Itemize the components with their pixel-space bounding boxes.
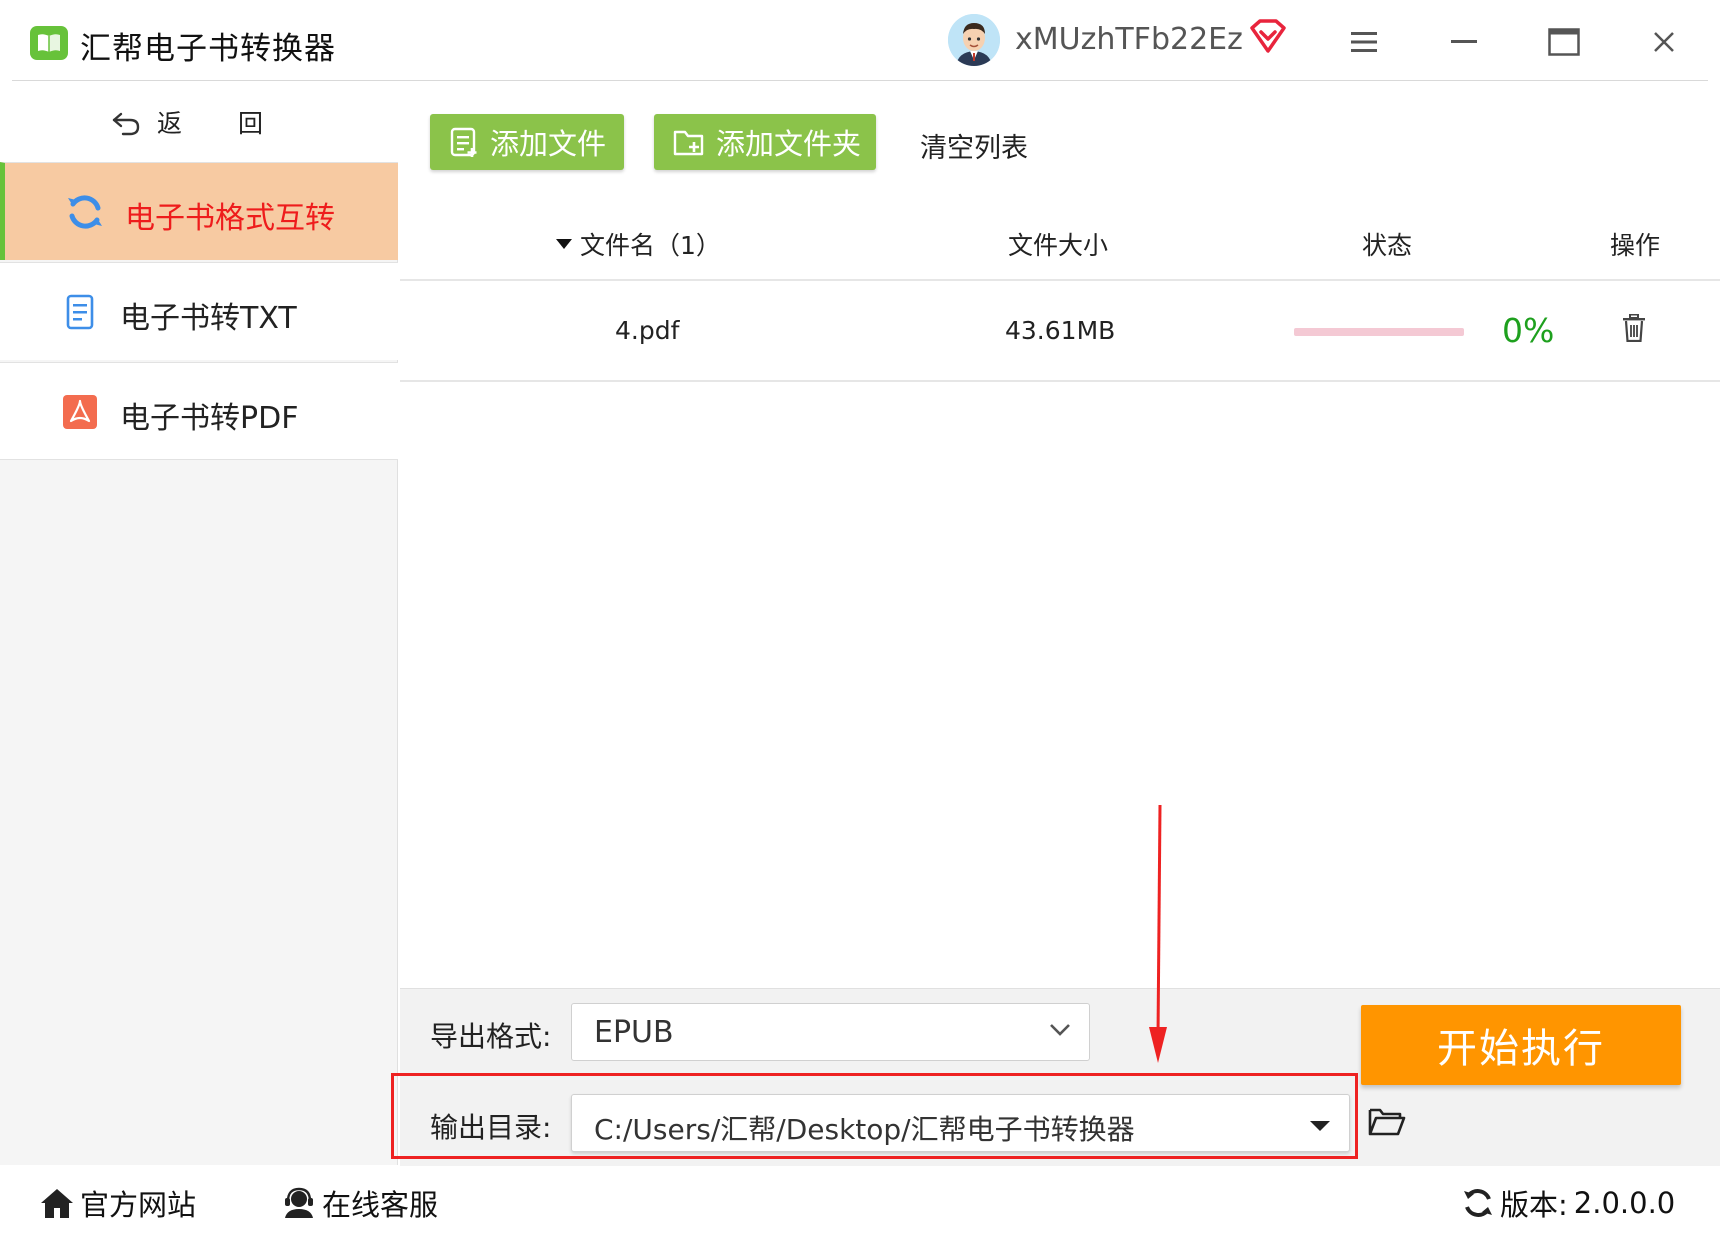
clear-list-button[interactable]: 清空列表	[920, 126, 1028, 165]
refresh-icon	[65, 192, 105, 232]
user-avatar[interactable]	[948, 14, 1000, 66]
column-header-filename-label: 文件名（1）	[580, 231, 721, 260]
progress-bar	[1294, 328, 1464, 336]
vip-diamond-icon[interactable]	[1248, 18, 1288, 58]
file-size: 43.61MB	[1005, 316, 1116, 345]
add-folder-button[interactable]: 添加文件夹	[654, 114, 876, 170]
open-folder-icon[interactable]	[1368, 1106, 1406, 1140]
headset-icon	[285, 1187, 313, 1218]
add-file-button[interactable]: 添加文件	[430, 114, 624, 170]
export-format-label: 导出格式:	[430, 1020, 552, 1053]
sidebar-item-label: 电子书格式互转	[125, 201, 335, 236]
title-divider	[12, 80, 1708, 81]
table-header-divider	[400, 279, 1720, 281]
username: xMUzhTFb22Ez	[1015, 22, 1243, 57]
column-header-status: 状态	[1362, 231, 1413, 260]
sidebar-item-to-pdf[interactable]: 电子书转PDF	[0, 362, 398, 460]
export-format-select[interactable]: EPUB	[571, 1003, 1090, 1061]
home-icon	[41, 1189, 73, 1218]
trash-icon[interactable]	[1622, 313, 1646, 346]
export-format-value: EPUB	[594, 1015, 674, 1050]
add-file-icon	[450, 127, 477, 157]
app-logo-icon	[30, 26, 68, 60]
file-name: 4.pdf	[615, 316, 680, 345]
add-folder-label: 添加文件夹	[716, 127, 862, 161]
version-info: 版本: 2.0.0.0	[1462, 1182, 1675, 1224]
status-bar: 官方网站 在线客服 版本: 2.0.0.0	[0, 1166, 1720, 1234]
output-dir-value: C:/Users/汇帮/Desktop/汇帮电子书转换器	[594, 1113, 1135, 1146]
chevron-down-icon	[1049, 1022, 1071, 1041]
official-website-link[interactable]: 官方网站	[40, 1182, 196, 1224]
column-header-filename[interactable]: 文件名（1）	[556, 226, 721, 262]
sort-down-icon	[556, 239, 572, 249]
back-arrow-icon	[112, 112, 140, 136]
close-icon[interactable]	[1640, 18, 1688, 66]
sidebar-item-label: 电子书转PDF	[120, 401, 299, 436]
update-refresh-icon	[1464, 1189, 1492, 1217]
sidebar-item-label: 电子书转TXT	[120, 301, 297, 336]
pdf-icon	[60, 392, 100, 432]
back-label: 返 回	[157, 109, 287, 138]
back-button[interactable]: 返 回	[0, 82, 398, 162]
menu-icon[interactable]	[1340, 18, 1388, 66]
column-header-operation: 操作	[1610, 231, 1661, 260]
sidebar: 返 回 电子书格式互转 电子书转TXT 电子书转PDF	[0, 82, 398, 1165]
column-header-size: 文件大小	[1008, 231, 1109, 260]
online-service-link[interactable]: 在线客服	[282, 1182, 438, 1224]
progress-text: 0%	[1502, 311, 1555, 350]
app-title: 汇帮电子书转换器	[80, 31, 336, 67]
online-service-label: 在线客服	[322, 1188, 439, 1222]
maximize-icon[interactable]	[1540, 18, 1588, 66]
output-dir-select[interactable]: C:/Users/汇帮/Desktop/汇帮电子书转换器	[571, 1094, 1350, 1152]
minimize-icon[interactable]	[1440, 18, 1488, 66]
title-bar: 汇帮电子书转换器 xMUzhTFb22Ez	[0, 0, 1720, 82]
version-value: 2.0.0.0	[1573, 1186, 1676, 1220]
caret-down-icon	[1309, 1117, 1331, 1136]
official-website-label: 官方网站	[80, 1188, 197, 1222]
add-file-label: 添加文件	[490, 127, 607, 161]
add-folder-icon	[673, 130, 704, 156]
version-label: 版本:	[1500, 1188, 1568, 1222]
sidebar-item-to-txt[interactable]: 电子书转TXT	[0, 262, 398, 360]
document-icon	[60, 292, 100, 332]
table-row-divider	[400, 380, 1720, 382]
sidebar-item-format-convert[interactable]: 电子书格式互转	[0, 162, 398, 260]
start-button[interactable]: 开始执行	[1361, 1005, 1681, 1085]
output-dir-label: 输出目录:	[430, 1111, 552, 1144]
